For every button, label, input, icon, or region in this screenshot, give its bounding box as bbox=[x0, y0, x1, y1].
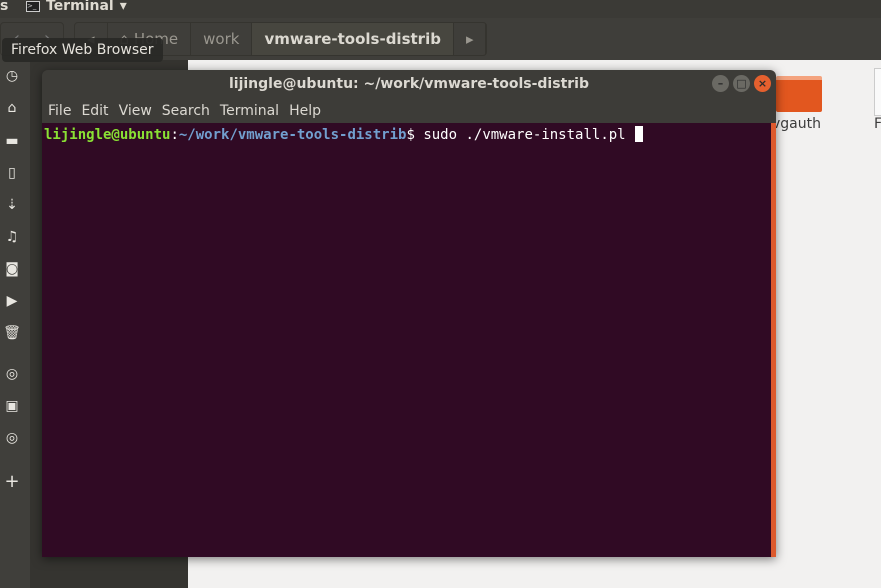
places-sidebar-icons: ◷ ⌂ ▬ ▯ ⇣ ♫ ◙ ▶ 🗑 ◎ ▣ ◎ + bbox=[0, 60, 30, 588]
app-name: Terminal bbox=[46, 0, 114, 14]
prompt-path: ~/work/vmware-tools-distrib bbox=[178, 127, 407, 143]
tooltip: Firefox Web Browser bbox=[2, 38, 163, 62]
top-panel: s >_ Terminal ▾ bbox=[0, 0, 881, 18]
scrollbar[interactable] bbox=[771, 123, 776, 557]
menu-edit[interactable]: Edit bbox=[81, 100, 116, 123]
folder-icon[interactable] bbox=[776, 76, 822, 112]
chevron-down-icon: ▾ bbox=[119, 0, 127, 14]
window-titlebar[interactable]: lijingle@ubuntu: ~/work/vmware-tools-dis… bbox=[42, 70, 776, 100]
prompt-separator: : bbox=[170, 127, 179, 143]
music-icon[interactable]: ♫ bbox=[3, 229, 21, 245]
home-icon[interactable]: ⌂ bbox=[3, 100, 21, 116]
menu-terminal[interactable]: Terminal bbox=[220, 100, 287, 123]
plus-icon[interactable]: + bbox=[3, 471, 21, 492]
menu-search[interactable]: Search bbox=[162, 100, 218, 123]
menu-file[interactable]: File bbox=[48, 100, 79, 123]
terminal-window: lijingle@ubuntu: ~/work/vmware-tools-dis… bbox=[42, 70, 776, 557]
disc-icon[interactable]: ◎ bbox=[3, 366, 21, 382]
panel-fragment: s bbox=[0, 0, 9, 14]
breadcrumb-scroll-right[interactable]: ▸ bbox=[454, 23, 487, 55]
prompt-user: lijingle@ubuntu bbox=[44, 127, 171, 143]
app-menu[interactable]: >_ Terminal ▾ bbox=[26, 0, 127, 14]
recent-icon[interactable]: ◷ bbox=[3, 68, 21, 84]
download-icon[interactable]: ⇣ bbox=[3, 197, 21, 213]
text-cursor bbox=[635, 126, 644, 142]
file-label[interactable]: vgauth bbox=[772, 116, 821, 132]
command-text: sudo ./vmware-install.pl bbox=[423, 127, 635, 143]
video-icon[interactable]: ▶ bbox=[3, 293, 21, 309]
file-label[interactable]: F bbox=[874, 116, 881, 132]
disc-icon[interactable]: ◎ bbox=[3, 430, 21, 446]
trash-icon[interactable]: 🗑 bbox=[3, 325, 21, 341]
breadcrumb-current[interactable]: vmware-tools-distrib bbox=[252, 23, 454, 55]
prompt-end: $ bbox=[406, 127, 424, 143]
maximize-button[interactable]: □ bbox=[733, 75, 750, 92]
menu-help[interactable]: Help bbox=[289, 100, 329, 123]
minimize-button[interactable]: – bbox=[712, 75, 729, 92]
window-title: lijingle@ubuntu: ~/work/vmware-tools-dis… bbox=[228, 76, 589, 92]
terminal-icon: >_ bbox=[26, 0, 40, 12]
close-button[interactable]: × bbox=[754, 75, 771, 92]
folder-icon[interactable]: ▬ bbox=[3, 133, 21, 149]
terminal-output[interactable]: lijingle@ubuntu:~/work/vmware-tools-dist… bbox=[42, 123, 776, 557]
drive-icon[interactable]: ▣ bbox=[3, 398, 21, 414]
menu-bar: File Edit View Search Terminal Help bbox=[42, 100, 776, 123]
file-icon[interactable] bbox=[874, 68, 881, 116]
camera-icon[interactable]: ◙ bbox=[3, 261, 21, 277]
breadcrumb-work[interactable]: work bbox=[191, 23, 253, 55]
document-icon[interactable]: ▯ bbox=[3, 165, 21, 181]
menu-view[interactable]: View bbox=[119, 100, 160, 123]
